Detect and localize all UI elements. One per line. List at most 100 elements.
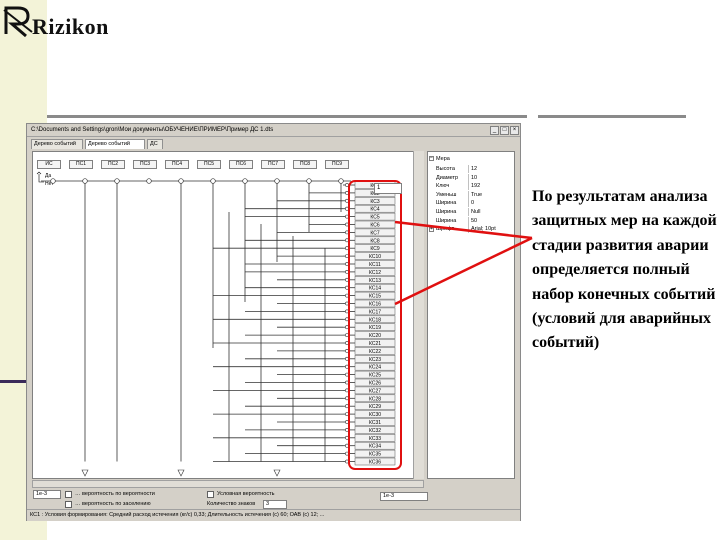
outcome-label: КС32 [369,428,381,434]
axis-yes-label: Да [45,173,51,179]
expand-font-icon[interactable]: + [429,227,434,232]
outcome-label: КС21 [369,341,381,347]
outcome-label: КС5 [370,215,379,221]
tree-node[interactable] [146,178,152,184]
tree-node[interactable] [50,178,56,184]
maximize-button[interactable]: □ [500,126,509,135]
conditional-prob-label: Условная вероятность [217,491,275,497]
status-bar: КС1 : Условия формирования: Средний расх… [27,509,520,521]
outcome-label: КС19 [369,325,381,331]
property-row[interactable]: Ширина 50 [428,216,516,225]
property-key: Высота [436,166,455,172]
result-field[interactable]: 1e-3 [380,492,428,501]
property-key: Ключ [436,183,450,190]
outcome-label: КС33 [369,436,381,442]
tree-node[interactable] [338,178,344,184]
property-value[interactable]: 50 [468,216,514,225]
outcome-label: КС17 [369,309,381,315]
tree-node[interactable] [274,178,280,184]
outcome-label: КС31 [369,420,381,426]
title-divider-right [538,115,686,118]
slide-body-text: По результатам анализа защитных мер на к… [532,188,717,352]
logo-text: Rizikon [32,14,109,39]
rizikon-logo: Rizikon [2,2,112,42]
properties-panel: − Мера Высота 12 Диаметр 10 Ключ 192 Уменьш Tru… [427,151,515,479]
window-title: C:\Documents and Settings\gron\Мои докум… [31,127,274,133]
tree-node[interactable] [306,178,312,184]
event-tree-canvas[interactable]: ИС ПС1 ПС2 ПС3 ПС4 ПС5 ПС6 ПС7 ПС8 ПС9 Д… [32,151,424,479]
property-value[interactable]: Null [468,208,514,216]
vertical-scrollbar[interactable] [413,151,424,479]
outcome-label: КС16 [369,302,381,308]
property-row[interactable]: Диаметр 10 [428,173,516,182]
app-window: C:\Documents and Settings\gron\Мои докум… [26,123,521,521]
tree-node[interactable] [178,178,184,184]
property-row[interactable]: Ширина Null [428,208,516,216]
outcome-label: КС15 [369,294,381,300]
outcome-label: КС26 [369,381,381,387]
property-value[interactable]: True [468,190,514,199]
outcome-label: КС18 [369,317,381,323]
outcome-label: КС24 [369,365,381,371]
property-row[interactable]: Высота 12 [428,165,516,173]
title-divider [47,115,527,118]
property-key: Ширина [436,200,457,207]
outcome-label: КС23 [369,357,381,363]
minimize-button[interactable]: _ [490,126,499,135]
outcome-label: КС14 [369,286,381,292]
checkbox-1[interactable] [65,491,72,498]
property-value[interactable]: Arial; 10pt [468,225,514,234]
outcome-label: КС4 [370,207,379,213]
checkbox-2[interactable] [65,501,72,508]
outcome-label: КС28 [369,396,381,402]
outcome-label: КС12 [369,270,381,276]
digits-field[interactable]: 3 [263,500,287,509]
digits-label: Количество знаков [207,501,256,507]
conditional-prob-checkbox[interactable] [207,491,214,498]
window-titlebar: C:\Documents and Settings\gron\Мои докум… [27,124,520,137]
checkbox-1-label: … вероятность по вероятности [75,491,155,497]
axis-arrow-icon [36,171,44,183]
slide: Rizikon C:\Documents and Settings\gron\М… [0,0,720,540]
outcome-label: КС8 [370,238,379,244]
property-value[interactable]: 192 [468,182,514,191]
outcome-label: КС30 [369,412,381,418]
event-tree-graph: Да Нет КС1КС2КС3КС4КС5КС6КС7КС8КС9КС10КС… [36,171,402,477]
logo-emblem-icon [3,6,33,38]
outcome-label: КС13 [369,278,381,284]
tab-ds[interactable]: ДС [147,139,163,149]
tree-node[interactable] [82,178,88,184]
outcome-label: КС34 [369,444,381,450]
tab-tree-2[interactable]: Дерево событий [85,139,145,149]
outcome-label: КС9 [370,246,379,252]
property-value[interactable]: 0 [468,199,514,208]
outcome-label: КС7 [370,230,379,236]
property-key: Ширина [436,217,457,224]
property-value[interactable]: 12 [468,165,514,173]
level-spinner[interactable]: 1 [374,183,402,194]
property-key: Уменьш [436,191,457,198]
outcome-label: КС3 [370,199,379,205]
tree-node[interactable] [210,178,216,184]
outcome-label: КС27 [369,388,381,394]
property-value[interactable]: 10 [468,173,514,182]
tree-node[interactable] [242,178,248,184]
property-row[interactable]: Шрифт Arial; 10pt [428,225,516,234]
property-row[interactable]: Ширина 0 [428,199,516,208]
property-row[interactable]: Ключ 192 [428,182,516,191]
outcome-label: КС36 [369,460,381,466]
property-key: Ширина [436,209,457,215]
checkbox-2-label: … вероятность по заселению [75,501,151,507]
property-key: Шрифт [436,226,455,233]
outcome-label: КС35 [369,452,381,458]
tab-tree-1[interactable]: Дерево событий [31,139,83,149]
outcome-label: КС6 [370,223,379,229]
outcome-label: КС22 [369,349,381,355]
close-button[interactable]: × [510,126,519,135]
outcome-label: КС11 [369,262,381,268]
property-row[interactable]: Уменьш True [428,190,516,199]
probability-field[interactable]: 1e-3 [33,490,61,499]
tree-node[interactable] [114,178,120,184]
properties-group[interactable]: − Мера [428,155,516,163]
outcome-label: КС20 [369,333,381,339]
